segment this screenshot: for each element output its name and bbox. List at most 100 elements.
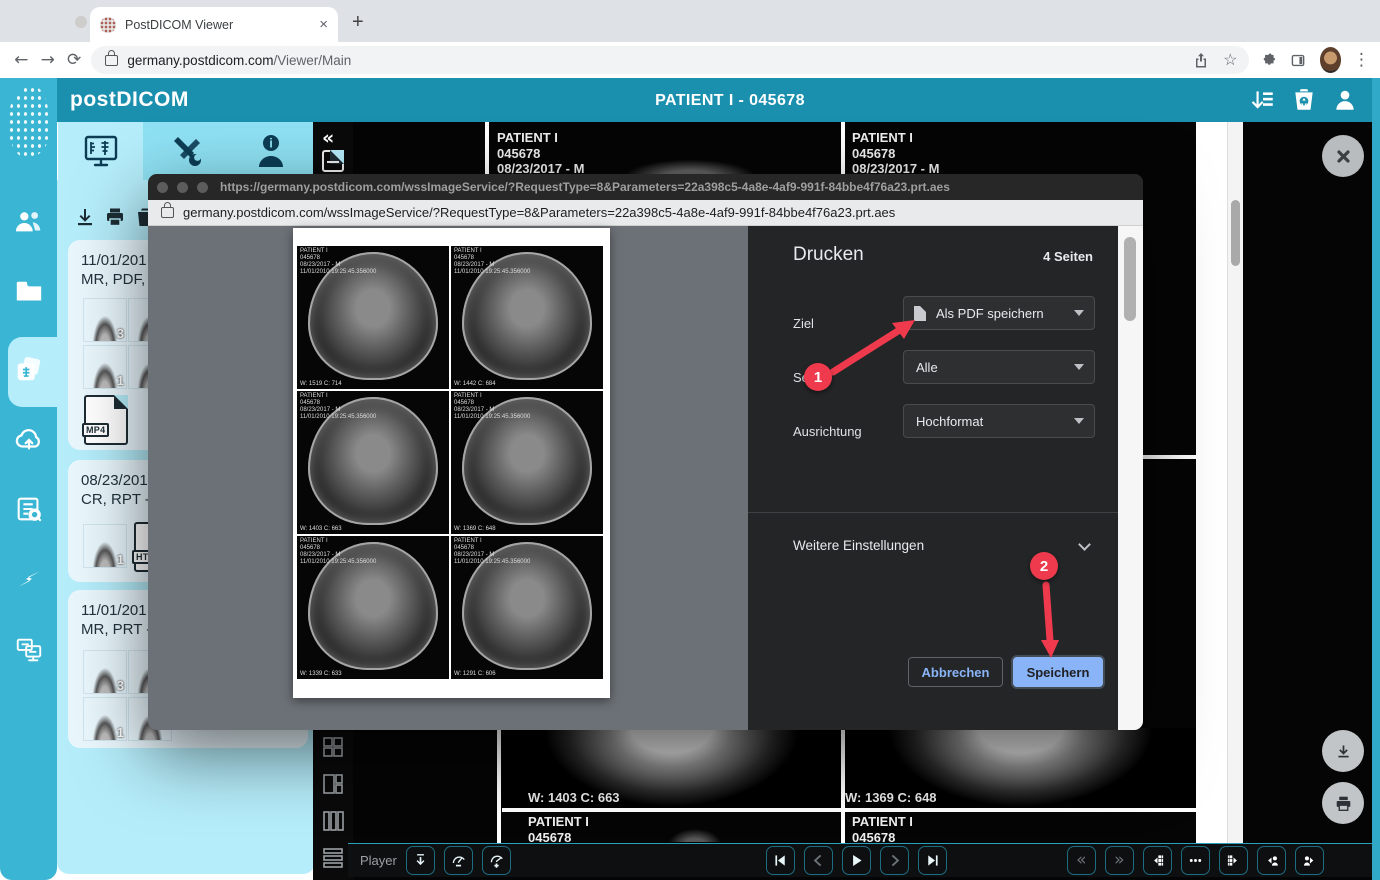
layout-rows-icon[interactable] — [321, 846, 345, 870]
preview-mri-cell: PATIENT I04567808/23/2017 - M11/01/2010 … — [451, 246, 603, 389]
window-level-label: W: 1442 C: 684 — [454, 381, 496, 387]
dialog-scrollbar-thumb[interactable] — [1124, 237, 1136, 321]
print-popup-window: https://germany.postdicom.com/wssImageSe… — [148, 174, 1143, 730]
sidebar-item-query-icon[interactable] — [14, 494, 44, 524]
url-path: /Viewer/Main — [273, 53, 351, 68]
download-image-button[interactable] — [1322, 730, 1364, 772]
browser-tab[interactable]: PostDICOM Viewer × — [90, 7, 338, 42]
browser-toolbar: ← → ⟳ germany.postdicom.com/Viewer/Main … — [0, 42, 1380, 78]
prev-patient-button[interactable] — [1257, 846, 1286, 875]
window-level-label: W: 1291 C: 606 — [454, 671, 496, 677]
worklist-monitor-icon — [82, 134, 120, 168]
browser-tab-strip: PostDICOM Viewer × + — [0, 0, 1380, 42]
forward-icon[interactable]: → — [34, 50, 60, 70]
extensions-puzzle-icon[interactable] — [1263, 52, 1277, 69]
step-back-button[interactable] — [804, 846, 833, 875]
viewer-gutter — [1196, 122, 1227, 843]
cine-faster-button[interactable] — [482, 846, 511, 875]
first-frame-button[interactable] — [766, 846, 795, 875]
viewport-divider — [497, 728, 501, 843]
step-forward-button[interactable] — [880, 846, 909, 875]
mp4-file-icon[interactable]: MP4 — [84, 395, 128, 445]
chevron-down-icon — [1074, 418, 1084, 424]
series-thumbnail[interactable]: 3 — [83, 650, 127, 694]
share-icon[interactable] — [1193, 52, 1209, 68]
tab-worklist[interactable] — [58, 122, 143, 180]
recycle-bin-icon[interactable] — [1291, 87, 1317, 113]
next-series-button[interactable]: » — [1105, 846, 1134, 875]
mri-image — [580, 150, 800, 174]
play-button[interactable] — [842, 846, 871, 875]
sidebar-item-upload-icon[interactable] — [14, 424, 44, 454]
popup-close-icon[interactable] — [157, 182, 168, 193]
save-button[interactable]: Speichern — [1013, 657, 1103, 687]
orientation-select[interactable]: Hochformat — [903, 404, 1095, 438]
reload-icon[interactable]: ⟳ — [61, 50, 87, 70]
tab-title: PostDICOM Viewer — [125, 18, 319, 32]
layout-columns-icon[interactable] — [321, 809, 345, 833]
last-frame-button[interactable] — [918, 846, 947, 875]
popup-minimize-icon[interactable] — [177, 182, 188, 193]
report-doc-icon[interactable] — [322, 150, 344, 172]
window-level-label: W: 1369 C: 648 — [454, 526, 496, 532]
more-settings-toggle[interactable]: Weitere Einstellungen — [793, 538, 924, 553]
more-options-button[interactable] — [1181, 846, 1210, 875]
print-study-icon[interactable] — [105, 207, 125, 227]
print-image-button[interactable] — [1322, 782, 1364, 824]
side-panel-icon[interactable] — [1291, 52, 1305, 69]
preview-mri-cell: PATIENT I04567808/23/2017 - M11/01/2010 … — [297, 391, 449, 534]
popup-address-bar[interactable]: germany.postdicom.com/wssImageService/?R… — [148, 200, 1143, 226]
series-thumbnail[interactable]: 3 — [83, 298, 127, 342]
prev-layout-button[interactable] — [1143, 846, 1172, 875]
popup-title-url: https://germany.postdicom.com/wssImageSe… — [220, 180, 950, 194]
annotation-step-1: 1 — [804, 363, 832, 391]
browser-menu-icon[interactable]: ⋮ — [1353, 50, 1370, 70]
pages-select[interactable]: Alle — [903, 350, 1095, 384]
viewport-divider — [841, 728, 845, 843]
tab-patient-info[interactable]: i — [228, 122, 313, 180]
popup-zoom-icon[interactable] — [197, 182, 208, 193]
cine-slower-button[interactable] — [444, 846, 473, 875]
print-dialog-title: Drucken — [793, 244, 864, 266]
close-window-icon[interactable] — [75, 16, 87, 28]
player-label: Player — [360, 853, 397, 868]
popup-titlebar[interactable]: https://germany.postdicom.com/wssImageSe… — [148, 174, 1143, 200]
sidebar-item-patients-icon[interactable] — [14, 207, 44, 237]
viewer-scrollbar-thumb[interactable] — [1231, 200, 1240, 266]
download-study-icon[interactable] — [75, 207, 95, 227]
layout-split-icon[interactable] — [321, 772, 345, 796]
sidebar-item-sync-icon[interactable] — [14, 564, 44, 594]
sort-icon[interactable] — [1250, 87, 1276, 113]
info-person-icon: i — [253, 133, 289, 169]
viewport-divider — [841, 122, 845, 174]
app-sidebar — [0, 78, 57, 880]
new-tab-button[interactable]: + — [352, 12, 364, 32]
tab-tools[interactable] — [143, 122, 228, 180]
bookmark-star-icon[interactable]: ☆ — [1223, 50, 1237, 70]
sidebar-item-share-icon[interactable] — [14, 634, 44, 664]
chevron-down-icon[interactable] — [1078, 538, 1091, 551]
collapse-panel-icon[interactable]: « — [322, 127, 334, 149]
account-person-icon[interactable] — [1332, 87, 1358, 113]
series-thumbnail[interactable]: 1 — [83, 524, 127, 568]
back-icon[interactable]: ← — [8, 50, 34, 70]
next-patient-button[interactable] — [1295, 846, 1324, 875]
layout-2x2-icon[interactable] — [321, 735, 345, 759]
destination-label: Ziel — [793, 316, 814, 331]
address-bar[interactable]: germany.postdicom.com/Viewer/Main ☆ — [91, 46, 1249, 74]
sidebar-item-folders-icon[interactable] — [14, 277, 44, 307]
tab-close-icon[interactable]: × — [319, 17, 328, 32]
series-thumbnail[interactable]: 1 — [83, 345, 127, 389]
prev-series-button[interactable]: « — [1067, 846, 1096, 875]
cine-download-button[interactable] — [406, 846, 435, 875]
close-viewer-button[interactable] — [1322, 135, 1364, 177]
profile-avatar[interactable] — [1320, 47, 1342, 73]
destination-select[interactable]: Als PDF speichern — [903, 296, 1095, 330]
viewport-overlay: PATIENT I04567808/23/2017 - M — [497, 130, 584, 177]
next-layout-button[interactable] — [1219, 846, 1248, 875]
cancel-button[interactable]: Abbrechen — [908, 657, 1003, 687]
svg-text:i: i — [269, 136, 273, 151]
viewport-divider — [502, 808, 1196, 812]
series-thumbnail[interactable]: 1 — [83, 697, 127, 741]
sidebar-item-images-icon[interactable] — [14, 354, 44, 384]
